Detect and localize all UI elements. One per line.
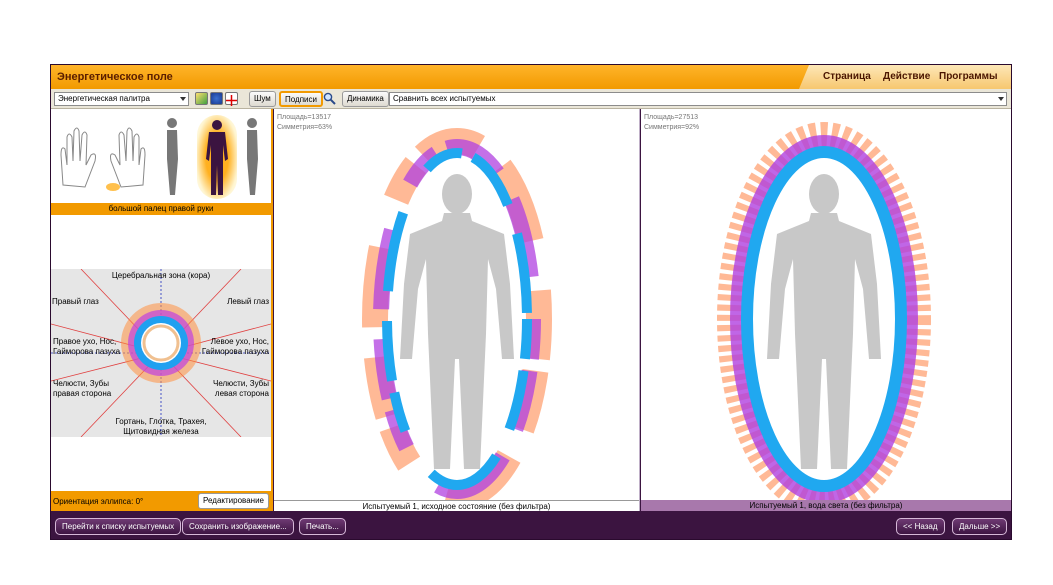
menu-programs[interactable]: Программы bbox=[939, 71, 998, 82]
captions-button[interactable]: Подписи bbox=[279, 91, 323, 107]
title-bar: Энергетическое поле Страница Действие Пр… bbox=[51, 65, 1011, 89]
menu-action[interactable]: Действие bbox=[883, 71, 930, 82]
ellipse-orientation: Ориентация эллипса: 0° bbox=[53, 497, 144, 506]
zone-left-eye: Левый глаз bbox=[227, 297, 269, 306]
palette-select-value: Энергетическая палитра bbox=[58, 94, 150, 103]
bottom-bar: Перейти к списку испытуемых Сохранить из… bbox=[51, 513, 1011, 539]
next-button[interactable]: Дальше >> bbox=[952, 518, 1008, 535]
panel-2-caption: Испытуемый 1, вода света (без фильтра) bbox=[641, 500, 1011, 511]
sector-diagram: Церебральная зона (кора) Правый глаз Лев… bbox=[51, 269, 271, 437]
globe-icon[interactable] bbox=[210, 92, 223, 105]
zone-jaw-right-side: правая сторона bbox=[53, 389, 112, 398]
left-panel: большой палец правой руки Церебральная з… bbox=[51, 109, 273, 511]
palette-select[interactable]: Энергетическая палитра bbox=[54, 92, 189, 106]
zone-right-sinus: Гайморова пазуха bbox=[53, 347, 121, 356]
aura-panel-2: Площадь=27513 Симметрия=92% Испытуемый 1… bbox=[641, 109, 1011, 511]
zone-right-ear: Правое ухо, Нос, bbox=[53, 337, 117, 346]
body-back-icon[interactable] bbox=[243, 115, 261, 199]
window-title: Энергетическое поле bbox=[57, 71, 173, 83]
zone-jaw-left: Челюсти, Зубы bbox=[212, 379, 269, 388]
menu-bar: Страница Действие Программы bbox=[799, 65, 1011, 89]
body-side-icon[interactable] bbox=[161, 115, 183, 199]
edit-button[interactable]: Редактирование bbox=[198, 493, 269, 509]
menu-page[interactable]: Страница bbox=[823, 71, 871, 82]
back-button[interactable]: << Назад bbox=[896, 518, 945, 535]
aura-image-1 bbox=[362, 128, 552, 500]
panel-1-caption: Испытуемый 1, исходное состояние (без фи… bbox=[274, 500, 639, 511]
dynamics-button[interactable]: Динамика bbox=[342, 91, 389, 107]
zone-left-ear: Левое ухо, Нос, bbox=[210, 337, 269, 346]
compare-select[interactable]: Сравнить всех испытуемых bbox=[389, 92, 1007, 106]
palette-icon[interactable] bbox=[195, 92, 208, 105]
left-footer: Ориентация эллипса: 0° Редактирование bbox=[51, 491, 271, 511]
compare-select-value: Сравнить всех испытуемых bbox=[393, 94, 496, 103]
finger-label: большой палец правой руки bbox=[51, 203, 271, 215]
view-selector bbox=[51, 109, 271, 203]
to-list-button[interactable]: Перейти к списку испытуемых bbox=[55, 518, 182, 535]
app-window: Энергетическое поле Страница Действие Пр… bbox=[50, 64, 1012, 540]
zone-thyroid: Щитовидная железа bbox=[123, 427, 199, 436]
noise-button[interactable]: Шум bbox=[249, 91, 276, 107]
zone-cortex: Церебральная зона (кора) bbox=[111, 271, 211, 280]
zone-jaw-left-side: левая сторона bbox=[214, 389, 269, 398]
magnifier-icon[interactable] bbox=[323, 92, 336, 105]
zone-left-sinus: Гайморова пазуха bbox=[201, 347, 269, 356]
zone-right-eye: Правый глаз bbox=[52, 297, 99, 306]
body-front-icon[interactable] bbox=[197, 115, 237, 199]
crosshair-icon[interactable] bbox=[225, 92, 238, 106]
zone-jaw-right: Челюсти, Зубы bbox=[53, 379, 110, 388]
right-hand-icon[interactable] bbox=[103, 115, 153, 199]
zone-throat: Гортань, Глотка, Трахея, bbox=[115, 417, 207, 426]
chevron-down-icon bbox=[998, 97, 1004, 101]
print-button[interactable]: Печать... bbox=[299, 518, 346, 535]
chevron-down-icon bbox=[180, 97, 186, 101]
aura-panel-1: Площадь=13517 Симметрия=63% Испытуемый 1… bbox=[274, 109, 640, 511]
aura-image-2 bbox=[717, 122, 931, 500]
save-image-button[interactable]: Сохранить изображение... bbox=[182, 518, 294, 535]
left-hand-icon[interactable] bbox=[55, 115, 101, 199]
toolbar: Энергетическая палитра Шум Подписи Динам… bbox=[51, 89, 1011, 109]
